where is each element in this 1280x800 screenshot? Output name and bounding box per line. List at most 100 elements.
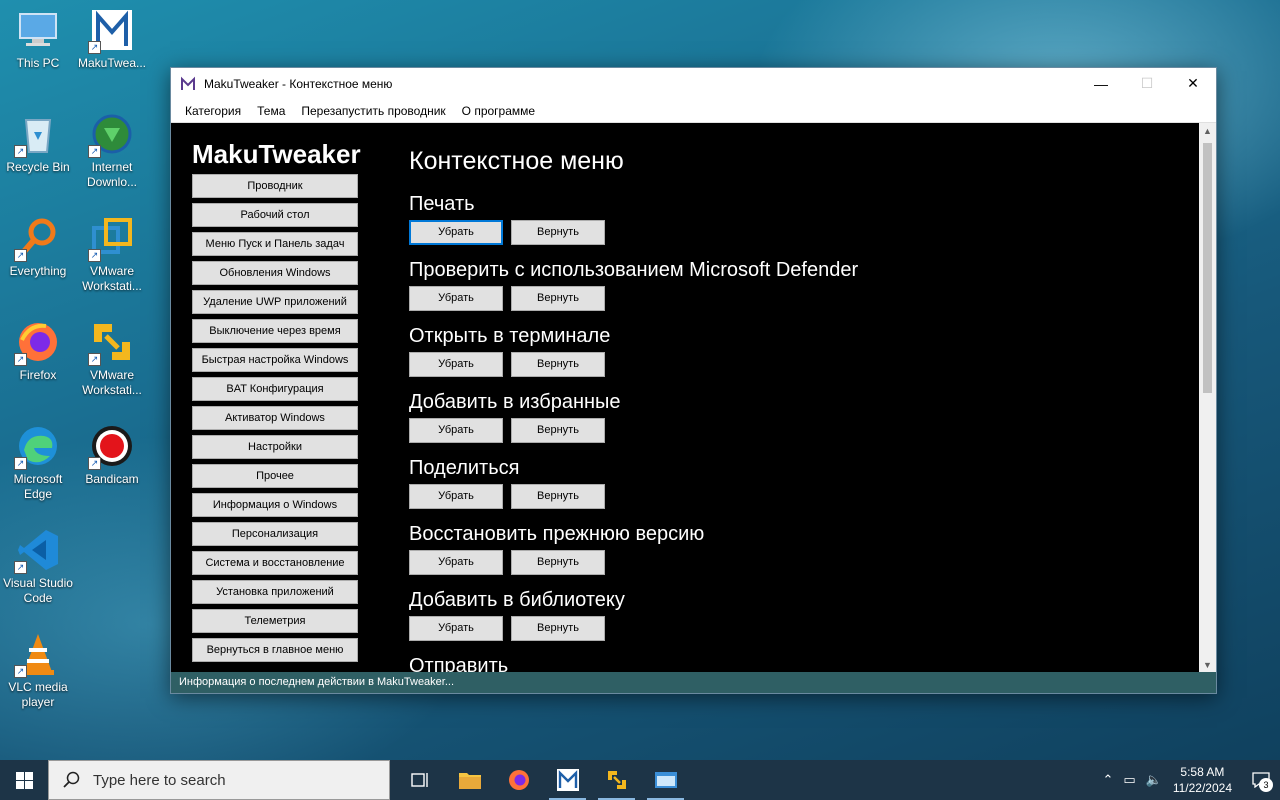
- vmware-workstation-icon: ↗: [88, 216, 134, 262]
- desktop-icon-label: Microsoft Edge: [13, 472, 63, 501]
- nav-button[interactable]: Рабочий стол: [192, 203, 358, 227]
- remove-button[interactable]: Убрать: [409, 352, 503, 377]
- brand-title: MakuTweaker: [192, 139, 361, 169]
- menu-category[interactable]: Категория: [177, 104, 249, 118]
- remove-button[interactable]: Убрать: [409, 616, 503, 641]
- remove-button[interactable]: Убрать: [409, 550, 503, 575]
- menu-theme[interactable]: Тема: [249, 104, 293, 118]
- restore-button[interactable]: Вернуть: [511, 550, 605, 575]
- taskbar-app-window[interactable]: [641, 760, 690, 800]
- context-menu-section: Добавить в библиотеку Убрать Вернуть: [409, 586, 1189, 652]
- scrollbar-thumb[interactable]: [1203, 143, 1212, 393]
- context-menu-section: ОтправитьУбратьВернуть: [409, 652, 1189, 674]
- windows-logo-icon: [15, 771, 33, 789]
- restore-button[interactable]: Вернуть: [511, 286, 605, 311]
- nav-button[interactable]: Удаление UWP приложений: [192, 290, 358, 314]
- content-area: MakuTweaker Проводник Рабочий стол Меню Пу…: [171, 123, 1200, 674]
- makutweaker-app-icon: [181, 76, 195, 90]
- remove-button[interactable]: Убрать: [409, 220, 503, 245]
- desktop-icon-microsoft-edge[interactable]: ↗ Microsoft Edge: [0, 424, 76, 502]
- network-icon[interactable]: ▭: [1123, 772, 1135, 788]
- desktop-icon-label: VMware Workstati...: [82, 368, 142, 397]
- show-hidden-icons-icon[interactable]: ⌃: [1102, 772, 1113, 788]
- shortcut-arrow-icon: ↗: [88, 41, 101, 54]
- makutweaker-icon: [556, 769, 579, 791]
- task-view-button[interactable]: [396, 760, 445, 800]
- app-window: MakuTweaker - Контекстное меню — ☐ ✕ Кат…: [170, 67, 1217, 694]
- shortcut-arrow-icon: ↗: [14, 145, 27, 158]
- maximize-icon: ☐: [1140, 75, 1154, 91]
- clock-date: 11/22/2024: [1172, 781, 1232, 795]
- taskbar-firefox[interactable]: [494, 760, 543, 800]
- restore-button[interactable]: Вернуть: [511, 352, 605, 377]
- clock-time: 5:58 AM: [1180, 765, 1225, 779]
- nav-button[interactable]: Проводник: [192, 174, 358, 198]
- desktop-icon-label: Recycle Bin: [6, 160, 70, 174]
- start-button[interactable]: [0, 760, 48, 800]
- restore-button[interactable]: Вернуть: [511, 418, 605, 443]
- taskbar-vmware[interactable]: [592, 760, 641, 800]
- scroll-up-icon[interactable]: ▲: [1199, 123, 1216, 140]
- nav-button[interactable]: Меню Пуск и Панель задач: [192, 232, 358, 256]
- volume-icon[interactable]: 🔈: [1146, 772, 1162, 788]
- this-pc-icon: [16, 8, 60, 52]
- nav-button[interactable]: Система и восстановление: [192, 551, 358, 575]
- remove-button[interactable]: Убрать: [409, 418, 503, 443]
- remove-button[interactable]: Убрать: [409, 484, 503, 509]
- context-menu-section: Поделиться Убрать Вернуть: [409, 454, 1189, 520]
- desktop-icon-vmware-workstation-2[interactable]: ↗ VMware Workstati...: [74, 320, 150, 398]
- desktop-icon-internet-download-manager[interactable]: ↗ Internet Downlo...: [74, 112, 150, 190]
- menu-restart-explorer[interactable]: Перезапустить проводник: [293, 104, 453, 118]
- menu-bar: Категория Тема Перезапустить проводник О…: [171, 99, 1216, 123]
- title-bar[interactable]: MakuTweaker - Контекстное меню — ☐ ✕: [171, 68, 1216, 99]
- desktop-icon-bandicam[interactable]: ↗ Bandicam: [74, 424, 150, 487]
- restore-button[interactable]: Вернуть: [511, 616, 605, 641]
- section-heading: Открыть в терминале: [409, 325, 611, 347]
- restore-button[interactable]: Вернуть: [511, 220, 605, 245]
- taskbar-search-box[interactable]: Type here to search: [48, 760, 390, 800]
- nav-button[interactable]: Настройки: [192, 435, 358, 459]
- desktop-icon-everything[interactable]: ↗ Everything: [0, 216, 76, 279]
- menu-about[interactable]: О программе: [454, 104, 543, 118]
- nav-button[interactable]: Прочее: [192, 464, 358, 488]
- nav-button[interactable]: Вернуться в главное меню: [192, 638, 358, 662]
- minimize-button[interactable]: —: [1078, 68, 1124, 99]
- maximize-button[interactable]: ☐: [1124, 68, 1170, 99]
- vmware-icon: [607, 771, 626, 789]
- nav-button[interactable]: Персонализация: [192, 522, 358, 546]
- nav-button[interactable]: Быстрая настройка Windows: [192, 348, 358, 372]
- nav-button[interactable]: Выключение через время: [192, 319, 358, 343]
- search-icon: [63, 771, 80, 788]
- bandicam-icon: ↗: [88, 424, 134, 470]
- nav-button[interactable]: Информация о Windows: [192, 493, 358, 517]
- shortcut-arrow-icon: ↗: [88, 145, 101, 158]
- nav-button[interactable]: BAT Конфигурация: [192, 377, 358, 401]
- remove-button[interactable]: Убрать: [409, 286, 503, 311]
- notification-center-button[interactable]: 3: [1242, 760, 1280, 800]
- nav-button[interactable]: Установка приложений: [192, 580, 358, 604]
- restore-button[interactable]: Вернуть: [511, 484, 605, 509]
- desktop-icon-recycle-bin[interactable]: ↗ Recycle Bin: [0, 112, 76, 175]
- desktop-icon-label: Bandicam: [85, 472, 139, 486]
- task-view-icon: [410, 773, 428, 787]
- desktop-icon-vlc-media-player[interactable]: ↗ VLC media player: [0, 632, 76, 710]
- nav-button[interactable]: Телеметрия: [192, 609, 358, 633]
- close-button[interactable]: ✕: [1170, 68, 1216, 99]
- clock[interactable]: 5:58 AM 11/22/2024: [1173, 764, 1232, 796]
- vertical-scrollbar[interactable]: ▲ ▼: [1199, 123, 1216, 674]
- taskbar-makutweaker[interactable]: [543, 760, 592, 800]
- desktop-icon-makutweaker[interactable]: ↗ MakuTwea...: [74, 8, 150, 71]
- shortcut-arrow-icon: ↗: [14, 665, 27, 678]
- desktop-icon-firefox[interactable]: ↗ Firefox: [0, 320, 76, 383]
- context-menu-sections: Печать Убрать Вернуть Проверить с использов…: [409, 190, 1189, 674]
- taskbar-file-explorer[interactable]: [445, 760, 494, 800]
- nav-button[interactable]: Обновления Windows: [192, 261, 358, 285]
- desktop-icon-vmware-workstation[interactable]: ↗ VMware Workstati...: [74, 216, 150, 294]
- desktop-icon-visual-studio-code[interactable]: ↗ Visual Studio Code: [0, 528, 76, 606]
- desktop-icon-this-pc[interactable]: This PC: [0, 8, 76, 71]
- nav-button[interactable]: Активатор Windows: [192, 406, 358, 430]
- search-placeholder: Type here to search: [93, 771, 226, 789]
- firefox-icon: ↗: [14, 320, 60, 366]
- desktop-icon-label: This PC: [16, 56, 60, 70]
- shortcut-arrow-icon: ↗: [14, 249, 27, 262]
